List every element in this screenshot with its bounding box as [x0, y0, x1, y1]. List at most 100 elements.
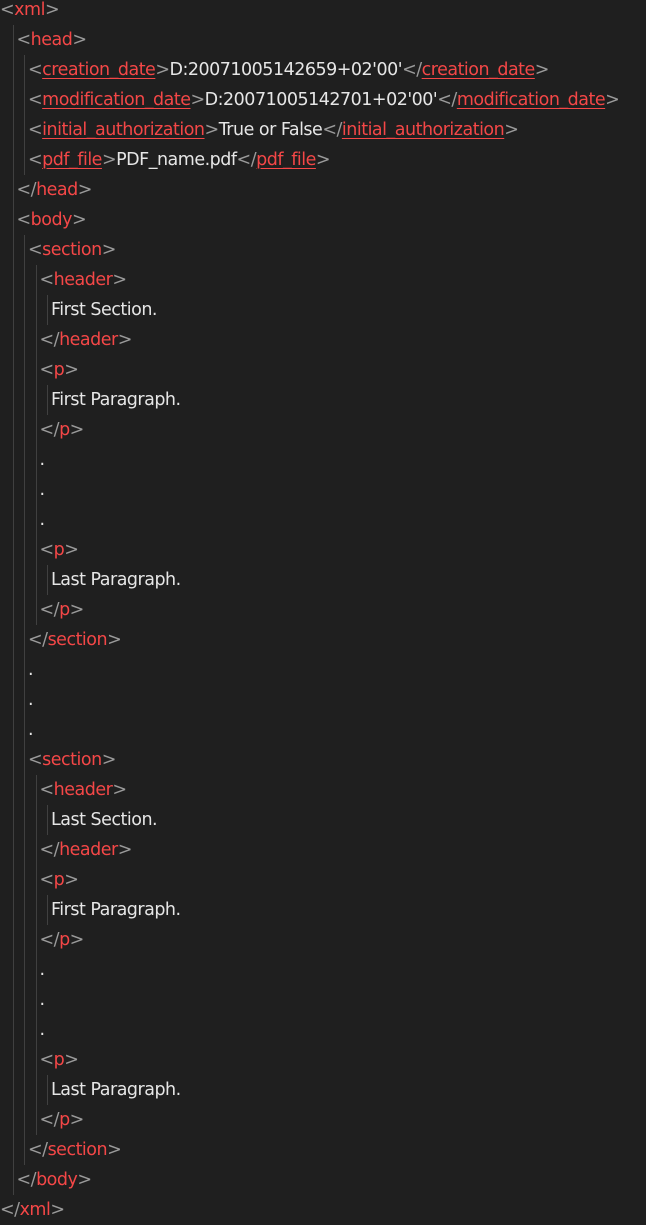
code-line[interactable]: . — [39, 445, 46, 475]
code-line[interactable]: </body> — [16, 1165, 93, 1195]
tag-bracket: > — [50, 1200, 65, 1220]
tag-bracket: </ — [39, 930, 60, 950]
code-line[interactable]: <body> — [17, 205, 87, 235]
text-content: . — [39, 1020, 46, 1040]
tag-bracket: > — [64, 360, 79, 380]
code-line[interactable]: </section> — [28, 625, 122, 655]
tag-bracket: > — [605, 90, 620, 110]
tag-bracket: < — [39, 360, 55, 380]
tag-bracket: > — [71, 210, 87, 230]
tag-bracket: > — [72, 30, 87, 50]
code-line[interactable]: </xml> — [0, 1195, 65, 1225]
tag-name: p — [59, 420, 70, 440]
tag-name: body — [30, 210, 73, 230]
tag-bracket: > — [190, 90, 206, 110]
code-line[interactable]: First Paragraph. — [51, 385, 181, 415]
code-line[interactable]: <p> — [40, 865, 79, 895]
tag-bracket: > — [155, 60, 170, 80]
text-content: . — [39, 960, 46, 980]
tag-bracket: </ — [16, 1170, 37, 1190]
code-line[interactable]: <p> — [40, 535, 79, 565]
tag-name: section — [47, 1140, 108, 1160]
code-line[interactable]: </header> — [40, 835, 133, 865]
tag-name: header — [53, 270, 113, 290]
code-line[interactable]: . — [40, 475, 46, 505]
tag-bracket: > — [69, 600, 85, 620]
code-line[interactable]: <initial_authorization>True or False</in… — [28, 115, 519, 145]
indent-guide — [47, 565, 48, 595]
code-line[interactable]: <section> — [28, 235, 116, 265]
indent-guide — [24, 235, 25, 1165]
code-line[interactable]: </p> — [39, 925, 85, 955]
tag-name: section — [42, 750, 102, 770]
tag-bracket: < — [28, 240, 43, 260]
tag-bracket: > — [44, 0, 60, 20]
code-line[interactable]: . — [28, 685, 34, 715]
code-line[interactable]: <p> — [40, 1045, 79, 1075]
code-line[interactable]: Last Section. — [51, 805, 158, 835]
code-line[interactable]: <p> — [40, 355, 79, 385]
tag-bracket: </ — [0, 1200, 20, 1220]
code-line[interactable]: <header> — [39, 265, 128, 295]
tag-name: p — [59, 930, 70, 950]
code-line[interactable]: <head> — [17, 25, 88, 55]
tag-bracket: < — [39, 1050, 55, 1070]
text-content: Last Paragraph. — [51, 570, 181, 590]
tag-name: head — [30, 30, 73, 50]
code-line[interactable]: . — [39, 1015, 46, 1045]
code-line[interactable]: </p> — [40, 415, 85, 445]
tag-bracket: > — [64, 540, 79, 560]
tag-name: section — [47, 630, 108, 650]
tag-bracket: </ — [402, 60, 422, 80]
code-line[interactable]: </p> — [39, 595, 85, 625]
text-content: True or False — [218, 120, 323, 140]
tag-name: body — [36, 1170, 78, 1190]
code-line[interactable]: Last Paragraph. — [51, 1075, 181, 1105]
code-line[interactable]: <pdf_file>PDF_name.pdf</pdf_file> — [28, 145, 331, 175]
text-content: . — [39, 990, 46, 1010]
indent-guide — [47, 385, 48, 415]
code-line[interactable]: . — [39, 505, 46, 535]
tag-bracket: < — [39, 270, 55, 290]
code-line[interactable]: First Section. — [51, 295, 157, 325]
text-content: First Section. — [51, 300, 157, 320]
tag-name: xml — [19, 1200, 51, 1220]
tag-name: header — [59, 840, 118, 860]
tag-name: creation_date — [421, 60, 536, 80]
code-line[interactable]: . — [39, 955, 46, 985]
code-editor[interactable]: <xml> <head> <creation_date>D:200710051426… — [0, 0, 646, 1225]
tag-bracket: > — [77, 180, 93, 200]
text-content: . — [28, 690, 34, 710]
tag-bracket: > — [107, 1140, 122, 1160]
tag-bracket: < — [28, 90, 43, 110]
tag-bracket: < — [28, 60, 43, 80]
tag-bracket: </ — [28, 630, 48, 650]
text-content: . — [28, 720, 34, 740]
code-line[interactable]: First Paragraph. — [51, 895, 181, 925]
tag-bracket: > — [117, 840, 133, 860]
code-line[interactable]: <section> — [28, 745, 116, 775]
text-content: . — [39, 510, 46, 530]
code-line[interactable]: . — [28, 655, 34, 685]
tag-bracket: </ — [39, 600, 60, 620]
text-content: . — [39, 450, 46, 470]
code-line[interactable]: <modification_date>D:20071005142701+02'0… — [28, 85, 620, 115]
code-line[interactable]: </section> — [28, 1135, 122, 1165]
code-line[interactable]: </header> — [40, 325, 133, 355]
tag-name: creation_date — [42, 60, 156, 80]
code-line[interactable]: Last Paragraph. — [51, 565, 181, 595]
tag-bracket: > — [112, 270, 127, 290]
tag-name: modification_date — [456, 90, 606, 110]
code-line[interactable]: <header> — [40, 775, 128, 805]
tag-name: p — [59, 1110, 70, 1130]
tag-bracket: </ — [39, 1110, 60, 1130]
tag-bracket: < — [28, 750, 43, 770]
code-line[interactable]: </head> — [17, 175, 93, 205]
code-line[interactable]: <creation_date>D:20071005142659+02'00'</… — [28, 55, 549, 85]
code-line[interactable]: <xml> — [0, 0, 60, 25]
code-line[interactable]: . — [28, 715, 34, 745]
code-line[interactable]: </p> — [39, 1105, 85, 1135]
code-line[interactable]: . — [39, 985, 46, 1015]
tag-bracket: < — [28, 120, 43, 140]
tag-bracket: </ — [437, 90, 457, 110]
